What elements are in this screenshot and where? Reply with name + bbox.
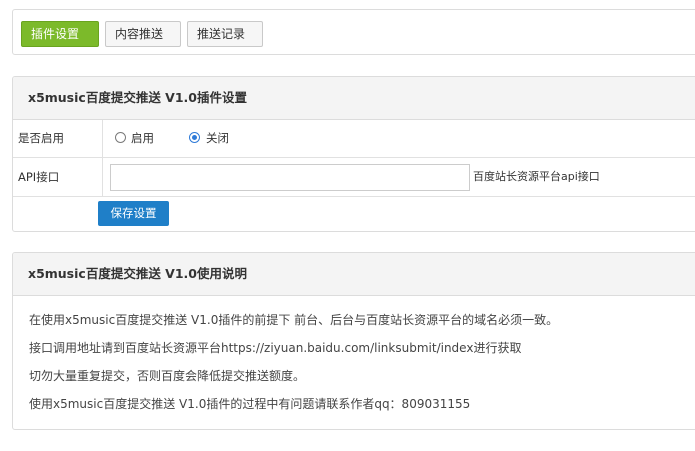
tab-push-records[interactable]: 推送记录 xyxy=(187,21,263,47)
enable-row: 是否启用 启用 关闭 xyxy=(13,120,695,158)
settings-panel: x5music百度提交推送 V1.0插件设置 是否启用 启用 关闭 API接口 … xyxy=(12,76,695,232)
api-hint: 百度站长资源平台api接口 xyxy=(473,170,600,183)
help-line: 在使用x5music百度提交推送 V1.0插件的前提下 前台、后台与百度站长资源… xyxy=(29,313,559,327)
help-line: 使用x5music百度提交推送 V1.0插件的过程中有问题请联系作者qq：809… xyxy=(29,397,471,411)
tab-bar: 插件设置 内容推送 推送记录 xyxy=(12,9,695,55)
settings-panel-title: x5music百度提交推送 V1.0插件设置 xyxy=(13,77,695,120)
tab-plugin-settings[interactable]: 插件设置 xyxy=(21,21,99,47)
api-label: API接口 xyxy=(13,158,103,196)
enable-on-radio[interactable] xyxy=(115,132,126,143)
enable-on-label[interactable]: 启用 xyxy=(131,120,154,157)
plugin-settings-page: 插件设置 内容推送 推送记录 x5music百度提交推送 V1.0插件设置 是否… xyxy=(0,0,695,451)
help-panel: x5music百度提交推送 V1.0使用说明 在使用x5music百度提交推送 … xyxy=(12,252,695,430)
save-settings-button[interactable]: 保存设置 xyxy=(98,201,169,226)
enable-label: 是否启用 xyxy=(13,120,103,157)
api-input[interactable] xyxy=(110,164,470,191)
help-panel-title: x5music百度提交推送 V1.0使用说明 xyxy=(13,253,695,296)
help-line: 接口调用地址请到百度站长资源平台https://ziyuan.baidu.com… xyxy=(29,341,522,355)
api-row: API接口 百度站长资源平台api接口 xyxy=(13,158,695,197)
enable-off-radio[interactable] xyxy=(189,132,200,143)
help-body: 在使用x5music百度提交推送 V1.0插件的前提下 前台、后台与百度站长资源… xyxy=(13,296,695,418)
enable-off-label[interactable]: 关闭 xyxy=(206,120,229,157)
tab-content-push[interactable]: 内容推送 xyxy=(105,21,181,47)
help-line: 切勿大量重复提交，否则百度会降低提交推送额度。 xyxy=(29,369,306,383)
